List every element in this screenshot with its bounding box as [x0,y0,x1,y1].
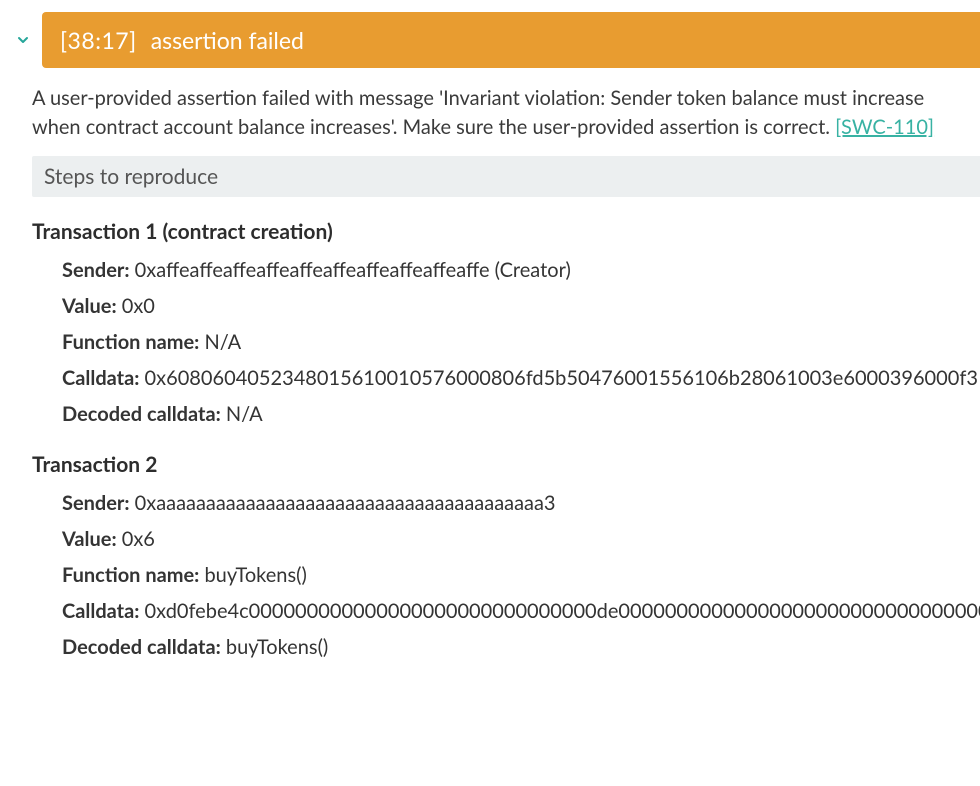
field-calldata: Calldata: 0xd0febe4c00000000000000000000… [62,595,980,627]
issue-panel: [38:17] assertion failed A user-provided… [0,0,980,663]
field-value-row: Value: 0x0 [62,290,980,322]
field-value: N/A [226,402,263,426]
chevron-down-icon [15,32,31,48]
field-label: Function name: [62,330,199,354]
issue-banner[interactable]: [38:17] assertion failed [42,12,980,68]
field-label: Value: [62,294,117,318]
issue-header-row: [38:17] assertion failed [0,12,980,68]
field-value: 0xaaaaaaaaaaaaaaaaaaaaaaaaaaaaaaaaaaaaaa… [135,491,556,515]
field-value-row: Value: 0x6 [62,523,980,555]
steps-to-reproduce-header: Steps to reproduce [32,156,980,197]
field-function-name: Function name: N/A [62,326,980,358]
field-calldata: Calldata: 0x6080604052348015610010576000… [62,362,980,394]
field-label: Calldata: [62,366,139,390]
transaction-block: Transaction 2 Sender: 0xaaaaaaaaaaaaaaaa… [32,430,980,663]
issue-location: [38:17] [60,26,137,54]
field-decoded-calldata: Decoded calldata: buyTokens() [62,631,980,663]
field-value: buyTokens() [226,635,328,659]
description-text: A user-provided assertion failed with me… [32,86,924,139]
transaction-fields: Sender: 0xaaaaaaaaaaaaaaaaaaaaaaaaaaaaaa… [32,487,980,663]
field-function-name: Function name: buyTokens() [62,559,980,591]
field-value: 0xaffeaffeaffeaffeaffeaffeaffeaffeaffeaf… [135,258,571,282]
field-label: Decoded calldata: [62,402,221,426]
field-label: Function name: [62,563,199,587]
issue-body: A user-provided assertion failed with me… [0,68,980,663]
transaction-fields: Sender: 0xaffeaffeaffeaffeaffeaffeaffeaf… [32,254,980,430]
field-sender: Sender: 0xaffeaffeaffeaffeaffeaffeaffeaf… [62,254,980,286]
field-label: Sender: [62,258,130,282]
transaction-title: Transaction 1 (contract creation) [32,197,980,254]
field-label: Value: [62,527,117,551]
field-label: Calldata: [62,599,139,623]
issue-title: assertion failed [151,26,304,54]
field-value: N/A [204,330,241,354]
field-label: Sender: [62,491,130,515]
field-value: 0x0 [122,294,155,318]
field-label: Decoded calldata: [62,635,221,659]
field-value: buyTokens() [204,563,306,587]
issue-description: A user-provided assertion failed with me… [32,68,980,156]
transaction-block: Transaction 1 (contract creation) Sender… [32,197,980,430]
transaction-title: Transaction 2 [32,430,980,487]
field-value: 0xd0febe4c000000000000000000000000000000… [145,599,980,623]
field-value: 0x6 [122,527,155,551]
field-sender: Sender: 0xaaaaaaaaaaaaaaaaaaaaaaaaaaaaaa… [62,487,980,519]
collapse-toggle[interactable] [14,31,32,49]
field-decoded-calldata: Decoded calldata: N/A [62,398,980,430]
swc-link[interactable]: [SWC-110] [835,115,934,139]
field-value: 0x6080604052348015610010576000806fd5b504… [145,366,978,390]
